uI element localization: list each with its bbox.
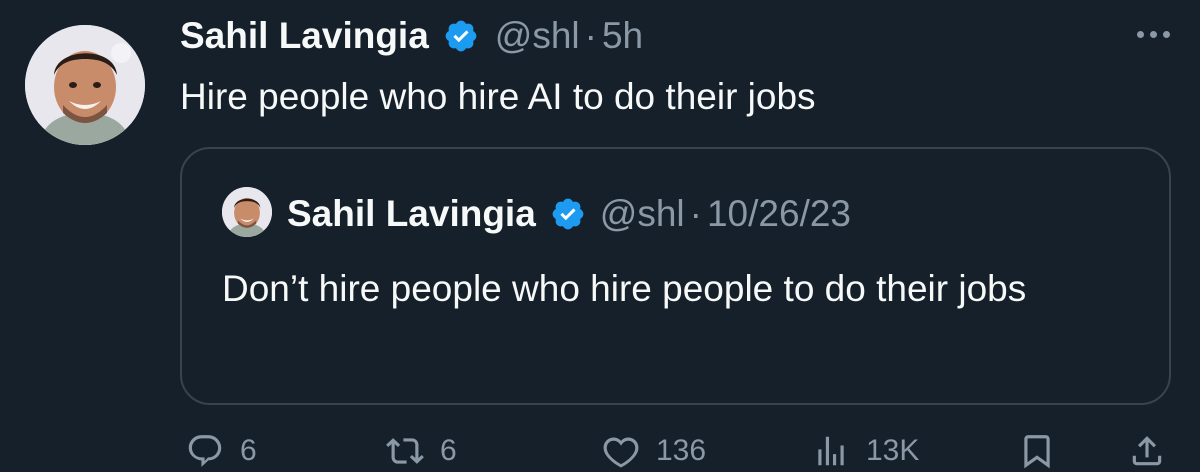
like-icon <box>603 437 639 468</box>
reply-count: 6 <box>240 434 257 467</box>
repost-button[interactable]: 6 <box>386 432 457 470</box>
quoted-tweet-header: Sahil Lavingia @shl · 10/26/23 <box>287 191 851 237</box>
tweet-action-bar: 6 6 136 13K <box>0 432 1200 472</box>
author-avatar[interactable] <box>25 25 145 145</box>
reply-icon <box>188 435 222 467</box>
bookmark-icon <box>1024 435 1050 469</box>
separator-dot: · <box>689 193 702 234</box>
reply-button[interactable]: 6 <box>186 432 257 470</box>
quoted-author-avatar[interactable] <box>222 187 272 237</box>
bookmark-button[interactable] <box>1018 432 1056 470</box>
share-icon <box>1132 436 1162 466</box>
tweet-timestamp[interactable]: 5h <box>602 15 643 57</box>
author-handle[interactable]: @shl <box>495 15 580 57</box>
avatar-photo <box>222 187 272 237</box>
quoted-author-name: Sahil Lavingia <box>287 193 536 234</box>
views-button[interactable]: 13K <box>812 432 919 470</box>
repost-count: 6 <box>440 434 457 467</box>
quoted-tweet-timestamp: 10/26/23 <box>706 193 852 234</box>
tweet-header: Sahil Lavingia @shl · 5h <box>180 12 643 60</box>
separator-dot: · <box>584 15 597 56</box>
quoted-author-handle: @shl <box>599 193 685 234</box>
views-count: 13K <box>866 434 920 467</box>
tweet-text: Hire people who hire AI to do their jobs <box>180 76 816 117</box>
repost-icon <box>386 438 424 464</box>
verified-badge-icon <box>445 20 477 52</box>
quoted-tweet-text: Don’t hire people who hire people to do … <box>222 268 1027 309</box>
avatar-photo <box>25 25 145 145</box>
verified-badge-icon <box>552 198 584 230</box>
like-count: 136 <box>656 434 707 467</box>
more-options-icon[interactable] <box>1137 31 1170 38</box>
share-button[interactable] <box>1128 432 1166 470</box>
views-icon <box>818 436 844 466</box>
quoted-tweet-card[interactable]: Sahil Lavingia @shl · 10/26/23 Don’t hir… <box>180 147 1171 405</box>
like-button[interactable]: 136 <box>602 432 706 470</box>
author-name[interactable]: Sahil Lavingia <box>180 15 429 57</box>
